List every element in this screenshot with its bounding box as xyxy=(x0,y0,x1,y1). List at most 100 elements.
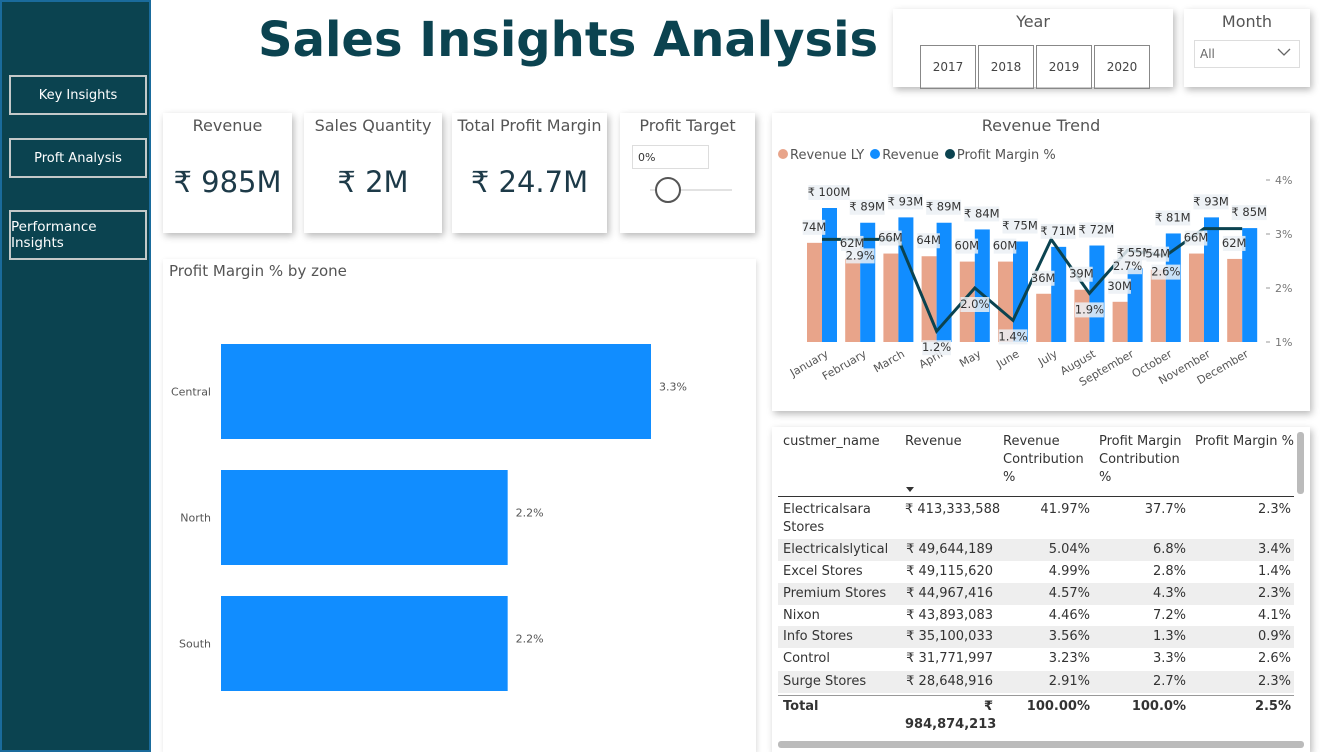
label-revenue: ₹ 100M xyxy=(808,185,851,199)
table-cell: ₹ 49,115,620 xyxy=(906,564,993,579)
table-row[interactable]: Excel Stores ₹ 49,115,620 4.99% 2.8% 1.4% xyxy=(778,561,1294,583)
label-revenue: ₹ 71M xyxy=(1040,224,1076,238)
table-row[interactable]: Electricalsara Stores ₹ 413,333,588 41.97%… xyxy=(778,499,1294,539)
total-cell: Total xyxy=(783,699,819,714)
label-profit-margin: 2.6% xyxy=(1151,265,1180,279)
sidebar: Key Insights Proft Analysis Performance … xyxy=(0,0,151,752)
total-cell: 2.5% xyxy=(1254,699,1291,714)
x-tick-label: May xyxy=(957,347,984,370)
y2-tick-label: 3% xyxy=(1275,228,1292,241)
key-insights-button[interactable]: Key Insights xyxy=(9,75,147,115)
label-revenue-ly: 60M xyxy=(993,239,1018,253)
revenue-card-value: ₹ 985M xyxy=(173,165,282,199)
zone-bar-south[interactable] xyxy=(221,596,508,691)
year-slicer-title: Year xyxy=(1016,12,1050,31)
label-revenue-ly: 66M xyxy=(878,231,903,245)
bar-revenue-ly[interactable] xyxy=(1150,269,1166,342)
label-profit-margin: 1.9% xyxy=(1075,302,1104,316)
table-row[interactable]: Control ₹ 31,771,997 3.23% 3.3% 2.6% xyxy=(778,648,1294,670)
zone-data-label: 2.2% xyxy=(516,633,544,646)
table-cell: Excel Stores xyxy=(783,564,863,579)
table-cell: 1.3% xyxy=(1152,629,1186,644)
profit-target-slider-thumb[interactable] xyxy=(655,177,681,203)
table-row[interactable]: Premium Stores ₹ 44,967,416 4.57% 4.3% 2.3% xyxy=(778,583,1294,605)
year-slicer: Year 2017 2018 2019 2020 xyxy=(893,9,1173,89)
bar-revenue-ly[interactable] xyxy=(1112,301,1128,342)
label-revenue-ly: 39M xyxy=(1069,267,1094,281)
col-header-profit-margin[interactable]: Profit Margin % xyxy=(1195,433,1295,451)
col-header-revenue-contribution[interactable]: Revenue Contribution % xyxy=(1003,433,1095,487)
x-tick-label: June xyxy=(993,347,1021,371)
label-revenue: ₹ 93M xyxy=(1193,194,1229,208)
profit-target-card: Profit Target 0% xyxy=(620,113,755,233)
col-header-profit-margin-contribution[interactable]: Profit Margin Contribution % xyxy=(1099,433,1191,487)
table-row[interactable]: Surge Stores ₹ 28,648,916 2.91% 2.7% 2.3% xyxy=(778,671,1294,693)
profit-target-label: Profit Target xyxy=(639,116,736,135)
bar-revenue-ly[interactable] xyxy=(807,242,822,342)
total-profit-margin-value: ₹ 24.7M xyxy=(470,165,589,199)
col-header-revenue[interactable]: Revenue xyxy=(905,433,995,451)
table-cell: 37.7% xyxy=(1144,502,1186,517)
label-revenue: ₹ 72M xyxy=(1079,223,1115,237)
month-slicer-title: Month xyxy=(1221,12,1273,31)
bar-revenue-ly[interactable] xyxy=(1227,258,1243,342)
y2-tick-label: 1% xyxy=(1275,336,1292,349)
zone-bar-central[interactable] xyxy=(221,344,651,439)
bar-revenue-ly[interactable] xyxy=(1036,293,1052,342)
table-cell: ₹ 44,967,416 xyxy=(906,586,993,601)
bar-revenue[interactable] xyxy=(1089,245,1105,342)
table-cell: 4.57% xyxy=(1048,586,1090,601)
year-option-2017[interactable]: 2017 xyxy=(920,45,976,89)
year-option-2020[interactable]: 2020 xyxy=(1094,45,1150,89)
table-row[interactable]: Info Stores ₹ 35,100,033 3.56% 1.3% 0.9% xyxy=(778,626,1294,648)
y2-tick-label: 4% xyxy=(1275,174,1292,187)
label-revenue: ₹ 89M xyxy=(926,200,962,214)
table-row[interactable]: Electricalslytical ₹ 49,644,189 5.04% 6.8% 3… xyxy=(778,539,1294,561)
table-cell: 4.3% xyxy=(1152,586,1186,601)
y2-tick-label: 2% xyxy=(1275,282,1292,295)
bar-revenue[interactable] xyxy=(1051,246,1067,342)
table-cell: 2.3% xyxy=(1257,502,1291,517)
col-header-customer[interactable]: custmer_name xyxy=(783,433,898,451)
table-cell: Control xyxy=(783,651,830,666)
profit-analysis-button[interactable]: Proft Analysis xyxy=(9,138,147,178)
table-cell: 4.99% xyxy=(1048,564,1090,579)
profit-target-input[interactable]: 0% xyxy=(632,145,709,169)
label-revenue-ly: 62M xyxy=(1222,236,1247,250)
table-cell: 2.3% xyxy=(1257,586,1291,601)
total-cell: 100.0% xyxy=(1131,699,1186,714)
total-profit-margin-card: Total Profit Margin ₹ 24.7M xyxy=(452,113,607,233)
label-profit-margin: 2.9% xyxy=(846,248,875,262)
revenue-trend-panel: Revenue Trend Revenue LY Revenue Profit … xyxy=(772,113,1310,411)
bar-revenue-ly[interactable] xyxy=(1189,253,1204,342)
year-option-2018[interactable]: 2018 xyxy=(978,45,1034,89)
zone-category-label: Central xyxy=(171,386,211,399)
table-cell: ₹ 49,644,189 xyxy=(906,542,993,557)
revenue-card: Revenue ₹ 985M xyxy=(163,113,292,233)
year-option-2019[interactable]: 2019 xyxy=(1036,45,1092,89)
total-cell: ₹ 984,874,213 xyxy=(905,699,997,732)
table-cell: Electricalsara Stores xyxy=(783,502,871,535)
performance-insights-button[interactable]: Performance Insights xyxy=(9,210,147,260)
bar-revenue-ly[interactable] xyxy=(845,258,861,342)
dashboard: Key Insights Proft Analysis Performance … xyxy=(0,0,1321,752)
table-cell: 2.6% xyxy=(1257,651,1291,666)
sales-quantity-value: ₹ 2M xyxy=(337,165,409,199)
table-horizontal-scrollbar[interactable] xyxy=(778,741,1304,748)
zone-bar-north[interactable] xyxy=(221,470,508,565)
table-cell: ₹ 28,648,916 xyxy=(906,674,993,689)
table-cell: 2.8% xyxy=(1152,564,1186,579)
zone-data-label: 3.3% xyxy=(659,381,687,394)
month-dropdown[interactable]: All xyxy=(1194,40,1300,68)
table-cell: Electricalslytical xyxy=(783,542,889,557)
label-revenue-ly: 60M xyxy=(955,239,980,253)
bar-revenue-ly[interactable] xyxy=(883,253,899,342)
label-revenue-ly: 36M xyxy=(1031,271,1056,285)
table-row[interactable]: Nixon ₹ 43,893,083 4.46% 7.2% 4.1% xyxy=(778,605,1294,627)
label-revenue: ₹ 75M xyxy=(1002,219,1038,233)
label-revenue: ₹ 89M xyxy=(849,200,885,214)
table-vertical-scrollbar[interactable] xyxy=(1297,432,1304,494)
table-cell: 3.3% xyxy=(1152,651,1186,666)
table-cell: 5.04% xyxy=(1048,542,1090,557)
table-cell: 41.97% xyxy=(1040,502,1090,517)
